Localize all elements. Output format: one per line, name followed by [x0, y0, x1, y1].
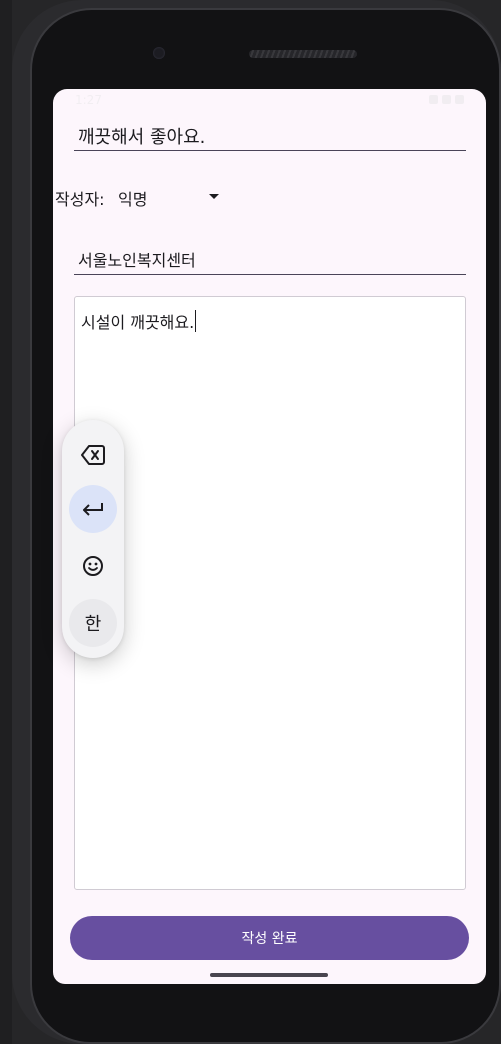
enter-button[interactable]: [69, 485, 117, 533]
submit-button-label: 작성 완료: [241, 931, 298, 947]
chevron-down-icon[interactable]: [209, 194, 219, 199]
status-icons: [429, 95, 464, 104]
status-time: 1:27: [75, 93, 102, 107]
language-toggle-button[interactable]: 한: [69, 599, 117, 647]
enter-icon: [83, 503, 103, 516]
battery-icon: [455, 95, 464, 104]
review-content-text-wrapper: 시설이 깨끗해요.: [81, 309, 197, 333]
author-label: 작성자:: [55, 190, 105, 209]
review-content-textarea[interactable]: 시설이 깨끗해요.: [74, 296, 466, 890]
front-camera: [153, 47, 165, 59]
earpiece-speaker: [249, 50, 357, 58]
signal-icon: [442, 95, 451, 104]
text-cursor: [195, 310, 197, 332]
status-bar: 1:27: [53, 89, 486, 113]
background-strip: [0, 0, 12, 1044]
floating-keyboard-toolbar: 한: [62, 420, 124, 658]
review-title-field[interactable]: 깨끗해서 좋아요.: [74, 113, 466, 151]
emoji-icon: [83, 556, 103, 576]
center-name-value: 서울노인복지센터: [78, 251, 196, 270]
author-dropdown[interactable]: 익명: [118, 186, 147, 210]
wifi-icon: [429, 95, 438, 104]
backspace-icon: [81, 445, 105, 465]
hangul-toggle-label: 한: [84, 614, 102, 635]
submit-button[interactable]: 작성 완료: [70, 916, 469, 960]
review-content-value: 시설이 깨끗해요.: [81, 313, 195, 332]
emoji-button[interactable]: [69, 542, 117, 590]
review-title-value: 깨끗해서 좋아요.: [78, 127, 206, 148]
author-row: 작성자: 익명: [53, 181, 353, 211]
home-indicator[interactable]: [210, 973, 328, 977]
backspace-button[interactable]: [69, 431, 117, 479]
center-name-field[interactable]: 서울노인복지센터: [74, 237, 466, 275]
